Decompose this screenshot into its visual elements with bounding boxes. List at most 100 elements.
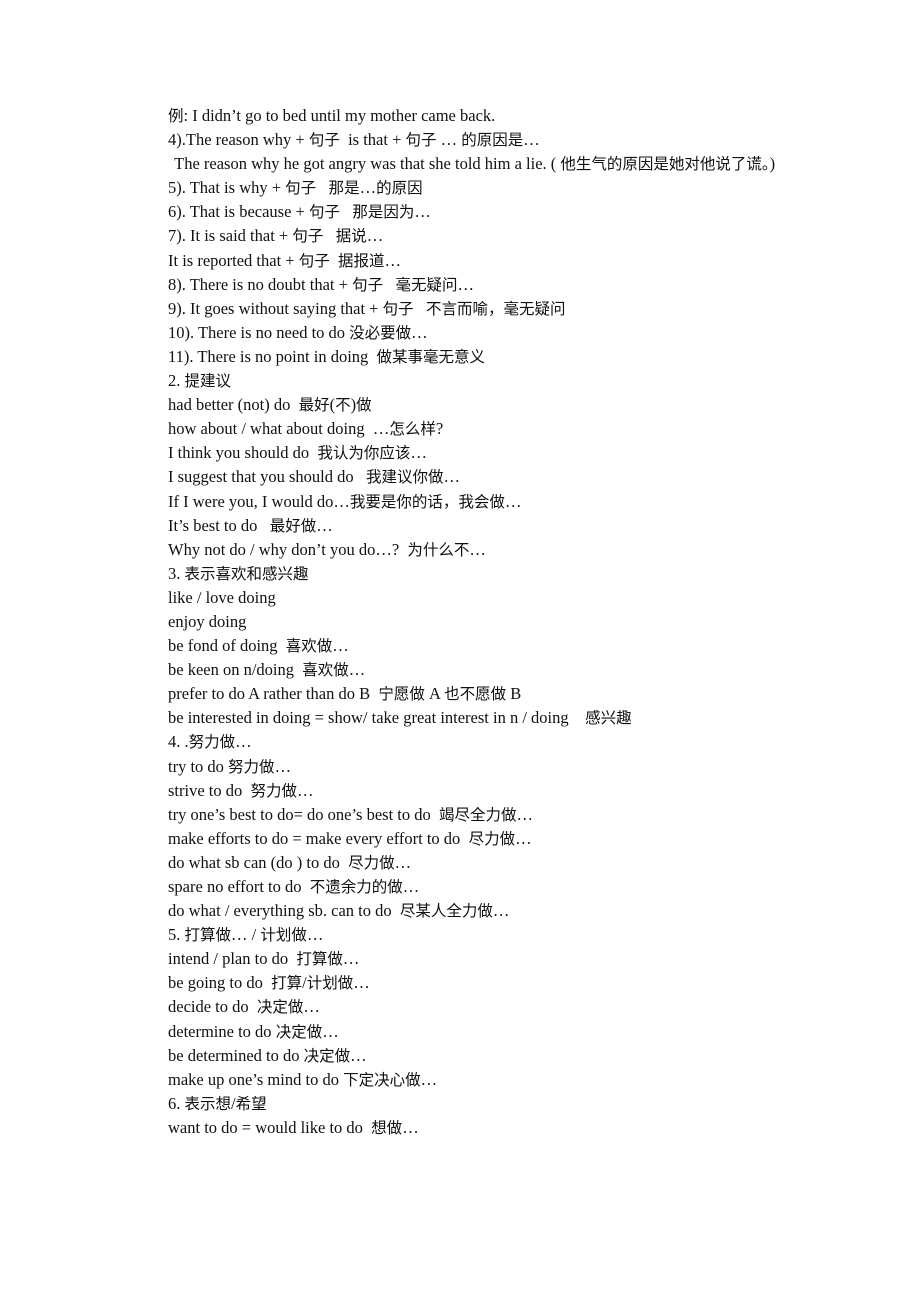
document-line: had better (not) do 最好(不)做 bbox=[168, 395, 372, 415]
document-line: 6). That is because + 句子 那是因为… bbox=[168, 202, 431, 222]
cjk-run: 表示喜欢和感兴趣 bbox=[184, 564, 309, 583]
document-line: like / love doing bbox=[168, 587, 276, 607]
document-line: 9). It goes without saying that + 句子 不言而… bbox=[168, 298, 566, 318]
cjk-run: 句子 bbox=[352, 275, 384, 294]
document-line: prefer to do A rather than do B 宁愿做 A 也不… bbox=[168, 684, 522, 704]
cjk-run: 尽某人全力做 bbox=[399, 902, 493, 921]
document-line: determine to do 决定做… bbox=[168, 1021, 339, 1041]
document-line: If I were you, I would do…我要是你的话，我会做… bbox=[168, 491, 522, 511]
cjk-run: 没必要做 bbox=[349, 323, 412, 342]
document-line: make efforts to do = make every effort t… bbox=[168, 828, 532, 848]
document-line: It’s best to do 最好做… bbox=[168, 515, 333, 535]
cjk-run: 想做 bbox=[371, 1118, 403, 1137]
cjk-run: 我认为你应该 bbox=[317, 444, 411, 463]
cjk-run: 宁愿做 bbox=[378, 685, 425, 704]
cjk-run: 计划做 bbox=[260, 926, 307, 945]
document-line: want to do = would like to do 想做… bbox=[168, 1117, 419, 1137]
cjk-run: 努力做 bbox=[188, 733, 236, 752]
cjk-run: 也不愿做 bbox=[444, 685, 507, 704]
cjk-run: 尽力做 bbox=[468, 829, 516, 848]
cjk-run: 那是因为 bbox=[352, 203, 415, 222]
cjk-run: 打算做 bbox=[184, 926, 232, 945]
document-line: do what sb can (do ) to do 尽力做… bbox=[168, 852, 412, 872]
cjk-run: 表示想 bbox=[184, 1094, 232, 1113]
cjk-run: 打算做 bbox=[296, 950, 343, 969]
cjk-run: 据说 bbox=[335, 227, 367, 246]
cjk-run: 计划做 bbox=[306, 974, 354, 993]
document-line: I suggest that you should do 我建议你做… bbox=[168, 467, 461, 487]
cjk-run: 为什么不 bbox=[407, 540, 470, 559]
document-line: 10). There is no need to do 没必要做… bbox=[168, 322, 428, 342]
document-line: 4).The reason why + 句子 is that + 句子 … 的原… bbox=[168, 130, 540, 150]
document-line: Why not do / why don’t you do…? 为什么不… bbox=[168, 539, 486, 559]
document-line: I think you should do 我认为你应该… bbox=[168, 443, 427, 463]
document-line: be keen on n/doing 喜欢做… bbox=[168, 660, 366, 680]
document-line: be interested in doing = show/ take grea… bbox=[168, 708, 632, 728]
document-line: 6. 表示想/希望 bbox=[168, 1093, 267, 1113]
cjk-run: 努力做 bbox=[250, 781, 298, 800]
document-line: try to do 努力做… bbox=[168, 756, 292, 776]
document-line: enjoy doing bbox=[168, 611, 247, 631]
document-line: 2. 提建议 bbox=[168, 371, 232, 391]
cjk-run: 那是 bbox=[328, 179, 360, 198]
cjk-run: 不言而喻，毫无疑问 bbox=[426, 299, 566, 318]
cjk-run: 决定做 bbox=[303, 1046, 351, 1065]
cjk-run: 喜欢做 bbox=[285, 637, 333, 656]
document-line: be determined to do 决定做… bbox=[168, 1045, 367, 1065]
cjk-run: 的原因 bbox=[376, 179, 423, 198]
document-line: try one’s best to do= do one’s best to d… bbox=[168, 804, 534, 824]
cjk-run: 句子 bbox=[285, 179, 317, 198]
cjk-run: 努力做 bbox=[228, 757, 275, 776]
cjk-run: 句子 bbox=[405, 131, 437, 150]
document-line: 3. 表示喜欢和感兴趣 bbox=[168, 563, 309, 583]
document-line: spare no effort to do 不遗余力的做… bbox=[168, 877, 420, 896]
document-line: make up one’s mind to do 下定决心做… bbox=[168, 1069, 438, 1089]
cjk-run: 竭尽全力做 bbox=[439, 805, 517, 824]
document-line: 例: I didn’t go to bed until my mother ca… bbox=[168, 106, 496, 125]
cjk-run: 据报道 bbox=[338, 251, 385, 270]
document-line: be fond of doing 喜欢做… bbox=[168, 636, 349, 656]
cjk-run: 最好 bbox=[298, 396, 330, 415]
cjk-run: 我要是你的话，我会做 bbox=[349, 492, 505, 511]
cjk-run: 句子 bbox=[308, 203, 340, 222]
cjk-run: 希望 bbox=[235, 1094, 267, 1113]
cjk-run: 的原因是 bbox=[461, 131, 524, 150]
document-line: 8). There is no doubt that + 句子 毫无疑问… bbox=[168, 274, 474, 294]
cjk-run: 提建议 bbox=[184, 372, 232, 391]
cjk-run: 决定做 bbox=[275, 1022, 323, 1041]
cjk-run: 不遗余力的做 bbox=[309, 878, 403, 896]
cjk-run: 句子 bbox=[298, 251, 330, 270]
cjk-run: 感兴趣 bbox=[585, 709, 632, 728]
cjk-run: 我建议你做 bbox=[366, 468, 444, 487]
cjk-run: 毫无疑问 bbox=[395, 275, 458, 294]
document-page: 例: I didn’t go to bed until my mother ca… bbox=[0, 0, 920, 1302]
cjk-run: 下定决心做 bbox=[343, 1070, 421, 1089]
cjk-run: 例 bbox=[168, 107, 184, 125]
cjk-run: 决定做 bbox=[256, 998, 304, 1017]
cjk-run: 做某事毫无意义 bbox=[376, 347, 486, 366]
document-line: do what / everything sb. can to do 尽某人全力… bbox=[168, 901, 510, 921]
document-line: strive to do 努力做… bbox=[168, 780, 314, 800]
document-line: intend / plan to do 打算做… bbox=[168, 949, 360, 969]
cjk-run: 喜欢做 bbox=[302, 661, 349, 680]
cjk-run: 最好做 bbox=[269, 516, 317, 535]
document-line: It is reported that + 句子 据报道… bbox=[168, 250, 402, 270]
cjk-run: 他生气的原因是她对他说了谎。 bbox=[560, 155, 770, 174]
cjk-run: 不 bbox=[335, 396, 351, 415]
document-line: 7). It is said that + 句子 据说… bbox=[168, 226, 384, 246]
cjk-run: 句子 bbox=[308, 131, 340, 150]
document-line: how about / what about doing …怎么样? bbox=[168, 419, 444, 439]
cjk-run: 怎么样 bbox=[389, 420, 436, 439]
cjk-run: 做 bbox=[356, 396, 372, 415]
document-line: be going to do 打算/计划做… bbox=[168, 973, 370, 993]
document-line: 4. .努力做… bbox=[168, 732, 252, 752]
cjk-run: 句子 bbox=[292, 227, 324, 246]
cjk-run: 句子 bbox=[382, 299, 414, 318]
document-line: 5). That is why + 句子 那是…的原因 bbox=[168, 178, 423, 198]
document-line: 5. 打算做… / 计划做… bbox=[168, 925, 324, 945]
document-line: 11). There is no point in doing 做某事毫无意义 bbox=[168, 346, 486, 366]
cjk-run: 打算 bbox=[271, 974, 303, 993]
document-body: 例: I didn’t go to bed until my mother ca… bbox=[138, 104, 790, 1140]
cjk-run: 尽力做 bbox=[348, 853, 395, 872]
document-line: The reason why he got angry was that she… bbox=[170, 154, 776, 174]
